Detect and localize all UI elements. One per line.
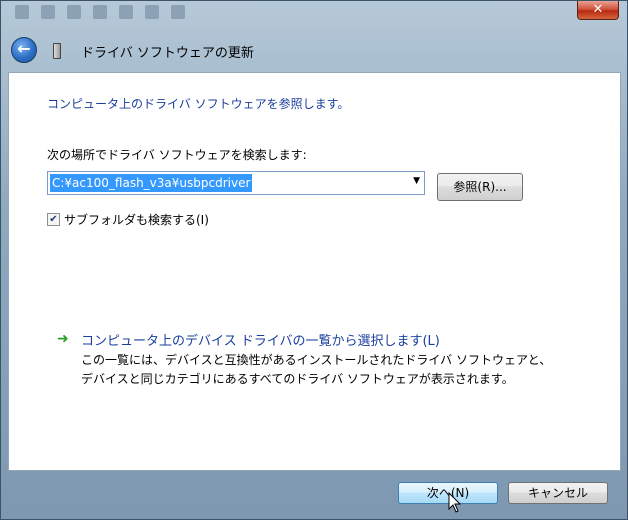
pick-from-list-description: この一覧には、デバイスと互換性があるインストールされたドライバ ソフトウェアと、… [81, 353, 552, 386]
chevron-down-icon[interactable]: ▼ [413, 176, 420, 186]
search-path-combobox[interactable]: C:¥ac100_flash_v3a¥usbpcdriver ▼ [47, 171, 425, 195]
green-arrow-icon: ➜ [57, 331, 69, 347]
background-toolbar [15, 5, 185, 23]
page-title: ドライバ ソフトウェアの更新 [81, 46, 254, 61]
toolbar-icon [93, 5, 107, 19]
back-arrow-icon[interactable]: ← [11, 37, 37, 63]
toolbar-icon [67, 5, 81, 19]
browse-button[interactable]: 参照(R)... [437, 173, 523, 201]
instruction-heading: コンピュータ上のドライバ ソフトウェアを参照します。 [47, 97, 350, 111]
search-location-label: 次の場所でドライバ ソフトウェアを検索します: [47, 148, 307, 162]
device-icon [53, 43, 61, 59]
window-frame: ✕ ← ドライバ ソフトウェアの更新 コンピュータ上のドライバ ソフトウェアを参… [0, 0, 628, 520]
toolbar-icon [15, 5, 29, 19]
checkmark-icon: ✔ [49, 214, 58, 225]
include-subfolders-label[interactable]: サブフォルダも検索する(I) [64, 211, 209, 228]
mouse-cursor-icon [448, 492, 462, 513]
toolbar-icon [145, 5, 159, 19]
toolbar-icon [119, 5, 133, 19]
wizard-header: ← ドライバ ソフトウェアの更新 [7, 29, 621, 73]
toolbar-icon [41, 5, 55, 19]
pick-from-list-link[interactable]: コンピュータ上のデバイス ドライバの一覧から選択します(L) [81, 330, 440, 349]
wizard-content: コンピュータ上のドライバ ソフトウェアを参照します。 次の場所でドライバ ソフト… [8, 72, 621, 471]
cancel-button[interactable]: キャンセル [508, 482, 608, 504]
include-subfolders-checkbox[interactable]: ✔ [47, 213, 60, 226]
include-subfolders-option[interactable]: ✔ サブフォルダも検索する(I) [47, 211, 209, 228]
close-button[interactable]: ✕ [577, 1, 619, 20]
toolbar-icon [171, 5, 185, 19]
wizard-footer: 次へ(N) キャンセル [8, 471, 621, 515]
search-path-value[interactable]: C:¥ac100_flash_v3a¥usbpcdriver [50, 174, 253, 192]
